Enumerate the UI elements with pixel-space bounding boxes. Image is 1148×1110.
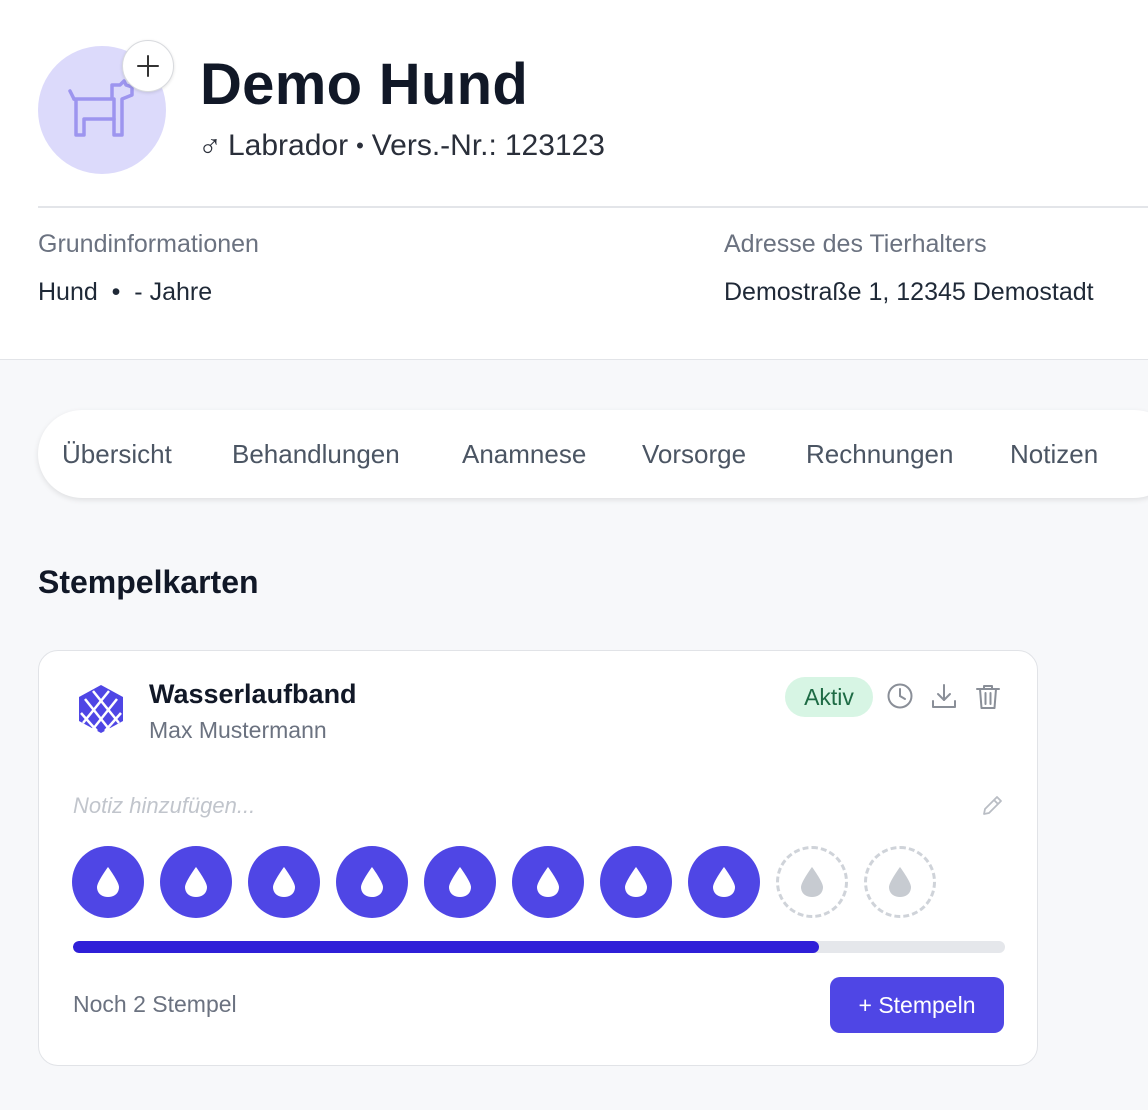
note-edit-button[interactable] [977,791,1007,821]
stamp-filled [688,846,760,918]
section-title: Stempelkarten [38,564,259,600]
add-stamp-button[interactable]: + Stempeln [830,977,1004,1033]
status-badge: Aktiv [785,677,873,717]
history-icon [887,683,913,709]
stamp-filled [512,846,584,918]
address-value: Demostraße 1, 12345 Demostadt [724,278,1094,306]
download-button[interactable] [927,679,961,713]
patient-header: Demo Hund ♂ Labrador • Vers.-Nr.: 123123… [0,0,1148,360]
note-placeholder[interactable]: Notiz hinzufügen... [73,791,255,821]
card-title: Wasserlaufband [149,679,357,709]
tab-anamnese[interactable]: Anamnese [462,410,586,498]
basic-info-label: Grundinformationen [38,230,259,258]
water-drop-icon [889,867,911,897]
plus-icon [137,55,159,77]
pet-breed: Labrador [228,129,349,162]
card-logo-icon [79,685,123,733]
download-icon [932,684,956,708]
pencil-icon [983,796,1002,815]
water-drop-icon [801,867,823,897]
stamp-filled [600,846,672,918]
basic-info-value: Hund • - Jahre [38,278,213,306]
tab-bar: Übersicht Behandlungen Anamnese Vorsorge… [38,410,1148,498]
male-icon: ♂ [198,128,222,164]
card-owner: Max Mustermann [149,717,327,743]
progress-fill [73,941,819,953]
tab-notizen[interactable]: Notizen [1010,410,1098,498]
stamp-filled [248,846,320,918]
address-label: Adresse des Tierhalters [724,230,987,258]
water-drop-icon [361,867,383,897]
water-drop-icon [185,867,207,897]
stamp-empty [776,846,848,918]
progress-bar [73,941,1005,953]
pet-subtitle: ♂ Labrador • Vers.-Nr.: 123123 [198,126,605,166]
history-button[interactable] [883,679,917,713]
water-drop-icon [97,867,119,897]
stamp-filled [424,846,496,918]
header-divider [38,206,1148,208]
tab-rechnungen[interactable]: Rechnungen [806,410,953,498]
water-drop-icon [537,867,559,897]
stamp-filled [72,846,144,918]
trash-icon [976,685,1000,709]
stamp-empty [864,846,936,918]
separator-dot: • [356,133,364,158]
tab-uebersicht[interactable]: Übersicht [62,410,172,498]
stamp-filled [160,846,232,918]
stamp-filled [336,846,408,918]
water-drop-icon [273,867,295,897]
water-drop-icon [449,867,471,897]
delete-button[interactable] [971,679,1005,713]
water-drop-icon [625,867,647,897]
tab-behandlungen[interactable]: Behandlungen [232,410,400,498]
insurance-number: 123123 [504,129,605,162]
stamp-card: Wasserlaufband Max Mustermann Aktiv Noti… [38,650,1038,1066]
remaining-stamps: Noch 2 Stempel [73,991,237,1017]
tab-vorsorge[interactable]: Vorsorge [642,410,746,498]
insurance-label: Vers.-Nr.: [371,129,497,162]
water-drop-icon [713,867,735,897]
avatar-add-button[interactable] [122,40,174,92]
dog-icon [68,79,134,137]
pet-name: Demo Hund [200,52,529,117]
